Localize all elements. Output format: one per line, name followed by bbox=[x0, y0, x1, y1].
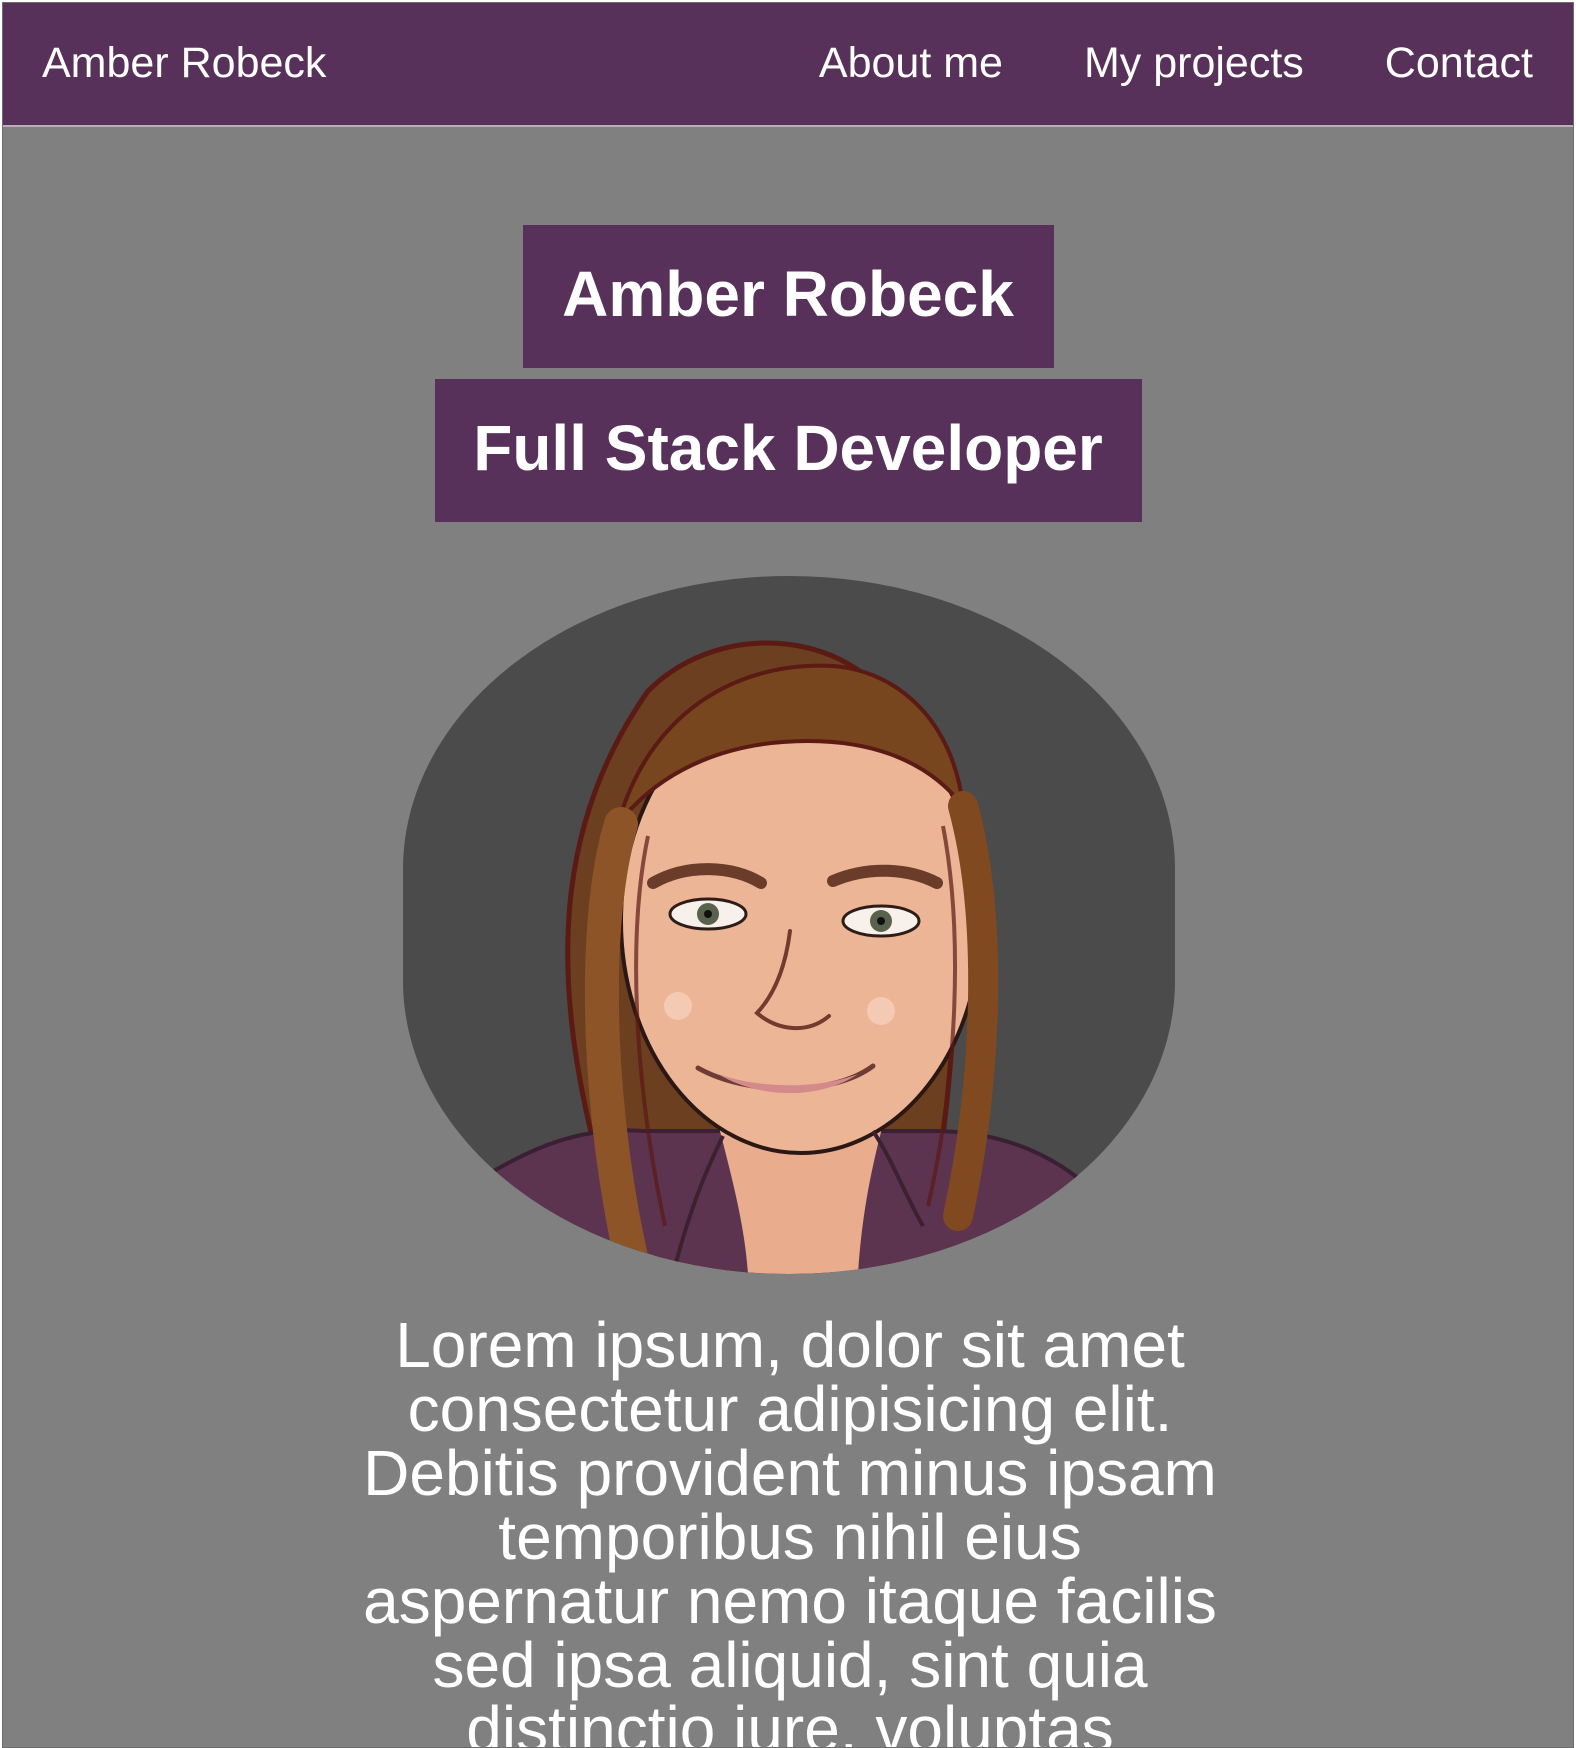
avatar-illustration bbox=[451, 640, 1110, 1274]
hero-role: Full Stack Developer bbox=[434, 379, 1142, 522]
nav-link-about-me[interactable]: About me bbox=[819, 38, 1003, 88]
hero-section: Amber Robeck Full Stack Developer bbox=[3, 225, 1573, 575]
nav-link-contact[interactable]: Contact bbox=[1385, 38, 1533, 88]
browser-viewport: Amber Robeck About me My projects Contac… bbox=[2, 2, 1574, 1748]
hero-name: Amber Robeck bbox=[522, 225, 1054, 368]
page: Amber Robeck About me My projects Contac… bbox=[0, 0, 1576, 1748]
brand-link[interactable]: Amber Robeck bbox=[42, 38, 326, 88]
navbar: Amber Robeck About me My projects Contac… bbox=[3, 3, 1573, 127]
profile-portrait bbox=[403, 576, 1175, 1274]
bio-text: Lorem ipsum, dolor sit amet consectetur … bbox=[363, 1309, 1217, 1748]
nav-links: About me My projects Contact bbox=[819, 38, 1533, 88]
nav-link-my-projects[interactable]: My projects bbox=[1084, 38, 1304, 88]
